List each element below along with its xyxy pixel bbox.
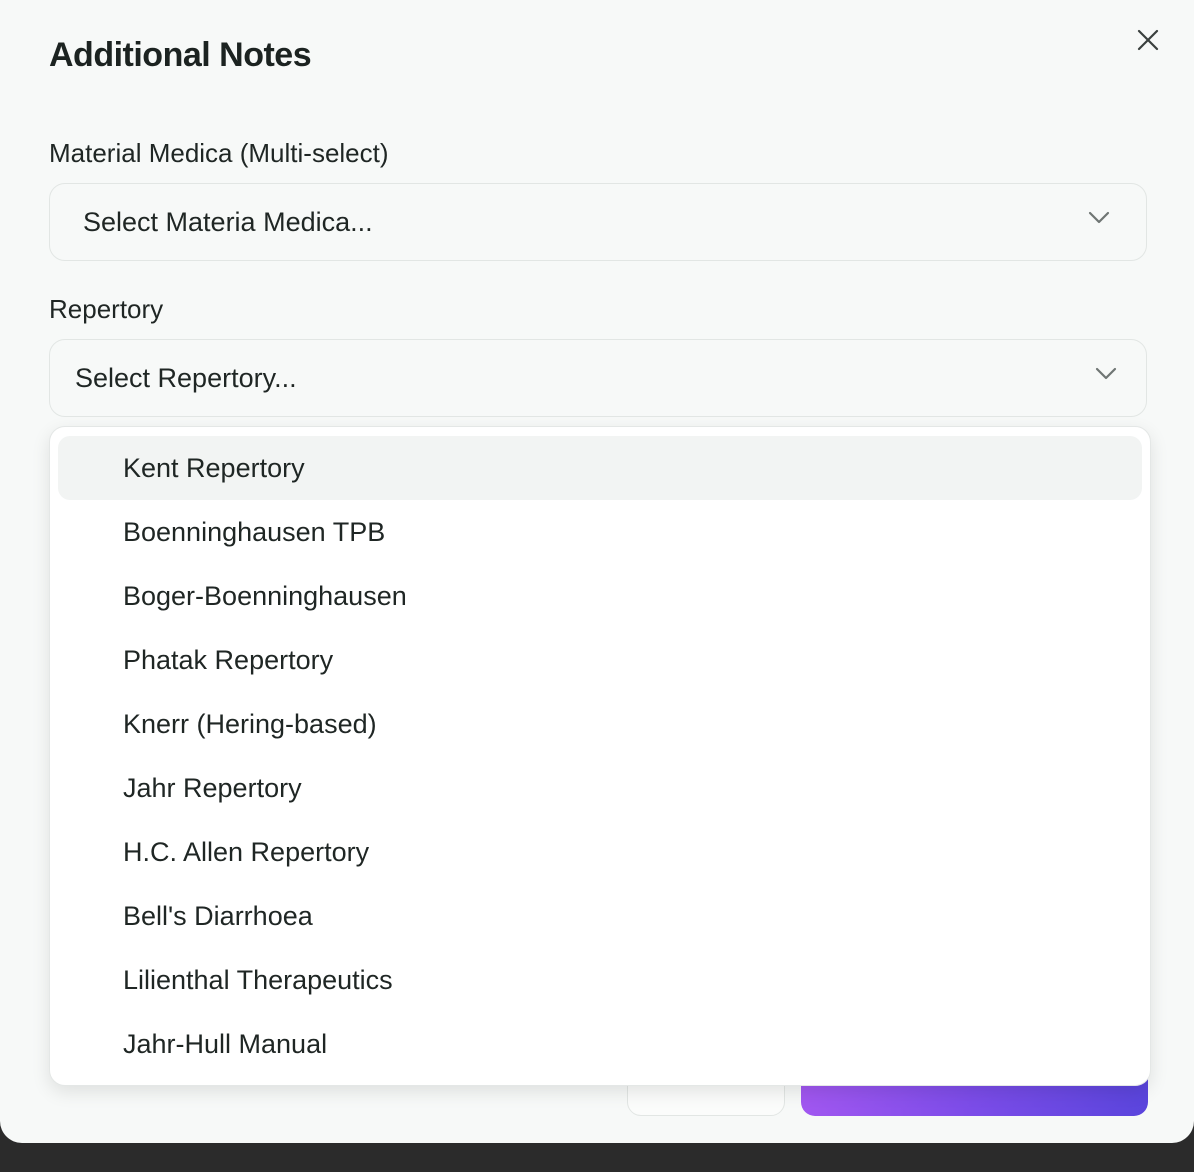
modal-title: Additional Notes: [49, 36, 312, 74]
repertory-option[interactable]: Phatak Repertory: [58, 628, 1142, 692]
materia-medica-select[interactable]: Select Materia Medica...: [49, 183, 1147, 261]
option-label: Jahr-Hull Manual: [123, 1028, 328, 1059]
repertory-option[interactable]: Kent Repertory: [58, 436, 1142, 500]
close-button[interactable]: [1130, 22, 1166, 58]
chevron-down-icon: [1088, 211, 1110, 224]
option-label: Knerr (Hering-based): [123, 708, 377, 739]
option-label: H.C. Allen Repertory: [123, 836, 370, 867]
repertory-option[interactable]: Jahr Repertory: [58, 756, 1142, 820]
repertory-label: Repertory: [49, 294, 164, 324]
repertory-placeholder: Select Repertory...: [75, 362, 297, 393]
repertory-dropdown-list: Kent Repertory Boenninghausen TPB Boger-…: [49, 426, 1151, 1086]
repertory-option[interactable]: Jahr-Hull Manual: [58, 1012, 1142, 1076]
option-label: Kent Repertory: [123, 452, 305, 483]
materia-medica-placeholder: Select Materia Medica...: [83, 206, 373, 237]
repertory-option[interactable]: Boger-Boenninghausen: [58, 564, 1142, 628]
option-label: Bell's Diarrhoea: [123, 900, 313, 931]
option-label: Boenninghausen TPB: [123, 516, 386, 547]
option-label: Jahr Repertory: [123, 772, 302, 803]
repertory-option[interactable]: H.C. Allen Repertory: [58, 820, 1142, 884]
repertory-select[interactable]: Select Repertory...: [49, 339, 1147, 417]
repertory-option[interactable]: Boenninghausen TPB: [58, 500, 1142, 564]
option-label: Boger-Boenninghausen: [123, 580, 407, 611]
option-label: Lilienthal Therapeutics: [123, 964, 393, 995]
materia-medica-label: Material Medica (Multi-select): [49, 138, 389, 168]
chevron-down-icon: [1095, 367, 1117, 380]
repertory-option[interactable]: Lilienthal Therapeutics: [58, 948, 1142, 1012]
repertory-option[interactable]: Knerr (Hering-based): [58, 692, 1142, 756]
repertory-option[interactable]: Bell's Diarrhoea: [58, 884, 1142, 948]
additional-notes-modal: Additional Notes Material Medica (Multi-…: [0, 0, 1194, 1143]
close-icon: [1137, 29, 1159, 51]
option-label: Phatak Repertory: [123, 644, 334, 675]
